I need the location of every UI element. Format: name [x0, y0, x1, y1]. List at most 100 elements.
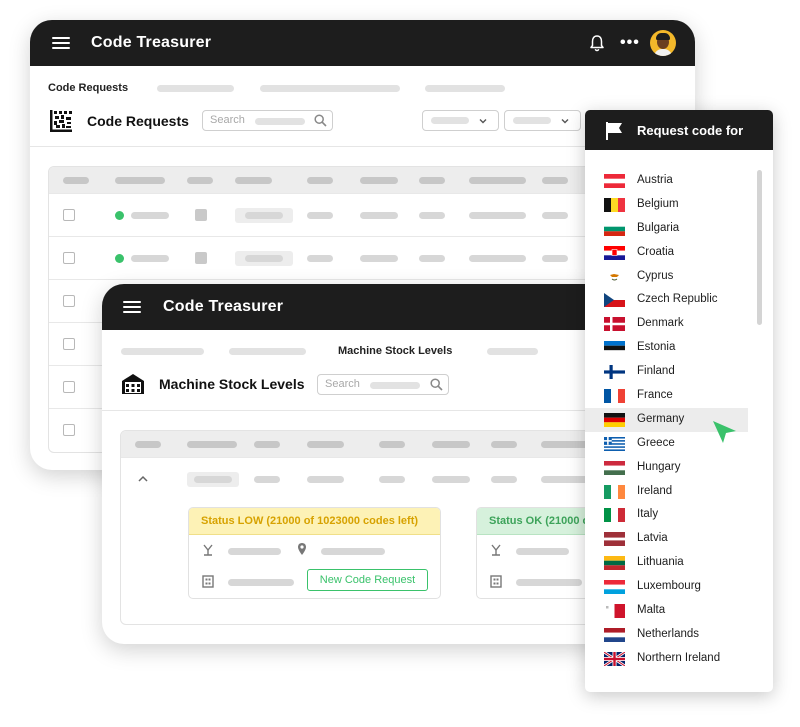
status-dot: [115, 254, 124, 263]
country-name: Latvia: [637, 532, 668, 545]
country-option-france[interactable]: France: [585, 384, 748, 408]
country-name: Bulgaria: [637, 221, 680, 234]
search-input[interactable]: Search: [202, 110, 333, 131]
more-options-icon[interactable]: •••: [620, 34, 640, 52]
chevron-down-icon: [561, 119, 569, 124]
france-flag-icon: [604, 389, 625, 404]
luxembourg-flag-icon: [604, 580, 625, 595]
country-option-austria[interactable]: Austria: [585, 169, 748, 193]
checked-icon: [195, 209, 207, 221]
location-pin-icon: [298, 543, 306, 555]
estonia-flag-icon: [604, 341, 625, 356]
scrollbar-thumb[interactable]: [757, 170, 762, 325]
country-name: Hungary: [637, 460, 681, 473]
country-name: Luxembourg: [637, 580, 701, 593]
app-header: Code Treasurer •••: [30, 20, 695, 66]
country-option-lithuania[interactable]: Lithuania: [585, 551, 748, 575]
select-value-placeholder: [513, 117, 551, 124]
belgium-flag-icon: [604, 197, 625, 212]
country-option-luxembourg[interactable]: Luxembourg: [585, 575, 748, 599]
croatia-flag-icon: [604, 245, 625, 260]
latvia-flag-icon: [604, 532, 625, 547]
row-checkbox[interactable]: [63, 424, 75, 436]
filter-select[interactable]: [504, 110, 581, 131]
country-name: Ireland: [637, 484, 673, 497]
page-title: Code Requests: [87, 113, 189, 129]
country-option-malta[interactable]: Malta: [585, 599, 748, 623]
filter-select[interactable]: [422, 110, 499, 131]
country-name: Finland: [637, 365, 675, 378]
country-option-finland[interactable]: Finland: [585, 360, 748, 384]
user-avatar[interactable]: [650, 30, 676, 56]
lithuania-flag-icon: [604, 556, 625, 571]
czech-republic-flag-icon: [604, 293, 625, 308]
bulgaria-flag-icon: [604, 221, 625, 236]
country-option-czech-republic[interactable]: Czech Republic: [585, 288, 748, 312]
building-icon: [202, 575, 214, 588]
country-option-netherlands[interactable]: Netherlands: [585, 623, 748, 647]
stock-status-card-low: Status LOW (21000 of 1023000 codes left)…: [188, 507, 441, 599]
status-text: Status LOW (21000 of 1023000 codes left): [201, 515, 419, 527]
new-code-request-button[interactable]: New Code Request: [307, 569, 428, 591]
malta-flag-icon: [604, 604, 625, 619]
checked-icon: [195, 252, 207, 264]
page-title: Machine Stock Levels: [159, 376, 305, 392]
breadcrumb-placeholder: [229, 348, 306, 355]
search-placeholder: Search: [325, 378, 360, 390]
country-option-bulgaria[interactable]: Bulgaria: [585, 217, 748, 241]
country-option-croatia[interactable]: Croatia: [585, 241, 748, 265]
search-input[interactable]: Search: [317, 374, 449, 395]
finland-flag-icon: [604, 365, 625, 380]
country-name: Lithuania: [637, 556, 684, 569]
country-name: Belgium: [637, 197, 679, 210]
antenna-icon: [203, 544, 213, 556]
northern-ireland-flag-icon: [604, 651, 625, 666]
chevron-up-icon[interactable]: [138, 475, 148, 483]
country-option-latvia[interactable]: Latvia: [585, 527, 748, 551]
breadcrumb-current: Machine Stock Levels: [338, 345, 453, 357]
greece-flag-icon: [604, 436, 625, 451]
select-value-placeholder: [431, 117, 469, 124]
cursor-pointer-icon: [713, 421, 736, 443]
datamatrix-icon: [50, 110, 72, 132]
country-option-belgium[interactable]: Belgium: [585, 193, 748, 217]
country-option-ireland[interactable]: Ireland: [585, 480, 748, 504]
germany-flag-icon: [604, 412, 625, 427]
antenna-icon: [491, 544, 501, 556]
menu-icon[interactable]: [52, 37, 70, 50]
row-checkbox[interactable]: [63, 338, 75, 350]
breadcrumb-placeholder: [425, 85, 505, 92]
bell-icon[interactable]: [589, 34, 605, 52]
country-name: Croatia: [637, 245, 675, 258]
breadcrumb-current: Code Requests: [48, 82, 129, 94]
country-name: Estonia: [637, 341, 676, 354]
country-option-cyprus[interactable]: Cyprus: [585, 265, 748, 289]
country-name: Germany: [637, 412, 685, 425]
factory-icon: [122, 374, 144, 394]
country-option-estonia[interactable]: Estonia: [585, 336, 748, 360]
country-name: Malta: [637, 604, 666, 617]
country-option-italy[interactable]: Italy: [585, 503, 748, 527]
breadcrumb-placeholder: [121, 348, 204, 355]
country-name: Austria: [637, 174, 673, 186]
row-checkbox[interactable]: [63, 209, 75, 221]
breadcrumb-placeholder: [157, 85, 234, 92]
request-code-dropdown: Request code for Austria Belgium Bulgaria C…: [585, 110, 773, 692]
country-option-denmark[interactable]: Denmark: [585, 312, 748, 336]
country-option-hungary[interactable]: Hungary: [585, 456, 748, 480]
country-name: Northern Ireland: [637, 651, 721, 664]
country-option-northern-ireland[interactable]: Northern Ireland: [585, 647, 748, 671]
country-name: Denmark: [637, 317, 684, 330]
menu-icon[interactable]: [123, 301, 141, 314]
search-placeholder-bar: [255, 118, 305, 125]
row-checkbox[interactable]: [63, 252, 75, 264]
search-icon[interactable]: [314, 114, 327, 127]
row-checkbox[interactable]: [63, 295, 75, 307]
app-title: Code Treasurer: [163, 298, 284, 315]
country-name: Greece: [637, 436, 675, 449]
row-checkbox[interactable]: [63, 381, 75, 393]
denmark-flag-icon: [604, 317, 625, 332]
search-icon[interactable]: [430, 378, 443, 391]
cyprus-flag-icon: [604, 269, 625, 284]
austria-flag-icon: [604, 174, 625, 188]
